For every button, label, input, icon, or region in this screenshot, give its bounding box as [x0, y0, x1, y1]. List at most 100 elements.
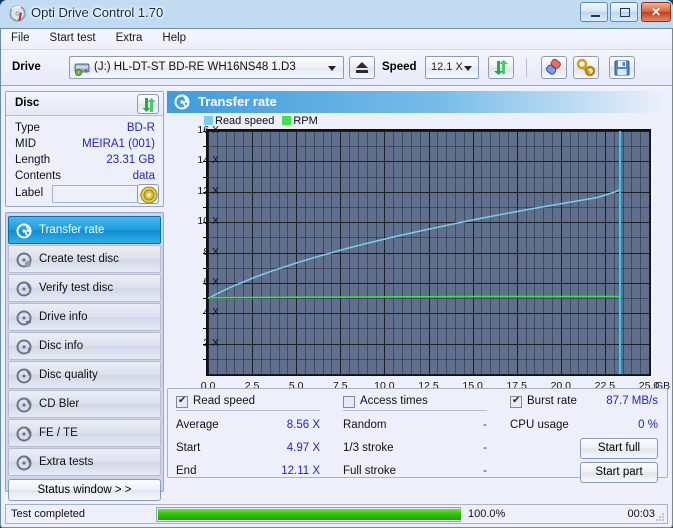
sidebar-item-label: Extra tests: [39, 456, 94, 468]
checkbox-burst-rate[interactable]: [510, 395, 522, 408]
status-bar: Test completed 100.0% 00:03: [5, 504, 668, 524]
stat-key-end: End: [176, 465, 197, 477]
menu-bar: File Start test Extra Help: [1, 29, 672, 50]
page-title: Transfer rate: [198, 94, 277, 109]
sidebar-item-label: CD Bler: [39, 398, 80, 410]
sidebar-item-fe-te[interactable]: FE / TE: [8, 419, 161, 447]
y-axis-tick-label: 14 X: [197, 154, 219, 167]
refresh-disc-button[interactable]: [137, 94, 159, 114]
disc-icon: [9, 5, 26, 22]
floppy-disk-icon: [614, 60, 630, 76]
y-axis-tick: [203, 313, 207, 315]
save-button[interactable]: [609, 56, 635, 79]
disc-transfer-icon: [174, 94, 190, 110]
sidebar-item-disc-info[interactable]: Disc info: [8, 332, 161, 360]
disc-fete-icon: [16, 426, 32, 442]
sidebar-item-transfer-rate[interactable]: Transfer rate: [8, 216, 161, 244]
sidebar-item-drive-info[interactable]: Drive info: [8, 303, 161, 331]
sidebar-item-label: Disc quality: [39, 369, 98, 381]
sidebar-item-label: Drive info: [39, 311, 88, 323]
sidebar-item-disc-quality[interactable]: Disc quality: [8, 361, 161, 389]
sidebar-item-label: Disc info: [39, 340, 84, 352]
y-axis-tick: [203, 267, 207, 269]
y-axis-tick: [203, 131, 207, 132]
disc-info-icon: [16, 339, 32, 355]
progress-bar-fill: [158, 509, 461, 520]
menu-item-start-test[interactable]: Start test: [40, 29, 106, 47]
legend-label-rpm: RPM: [293, 115, 318, 127]
minimize-button[interactable]: [580, 2, 608, 22]
drive-label: Drive: [12, 61, 41, 73]
eject-button[interactable]: [349, 56, 375, 79]
stat-key-random: Random: [343, 419, 387, 431]
refresh-icon: [494, 60, 508, 75]
checkbox-read-speed[interactable]: [176, 395, 188, 408]
drive-select[interactable]: (J:) HL-DT-ST BD-RE WH16NS48 1.D3: [69, 56, 344, 79]
menu-item-file[interactable]: File: [1, 29, 40, 47]
y-axis-tick-label: 12 X: [197, 184, 219, 197]
stats-panel: Read speed Average 8.56 X Start 4.97 X E…: [167, 388, 668, 483]
start-part-button[interactable]: Start part: [580, 462, 658, 483]
chart-series-rpm: [208, 295, 620, 299]
disc-transfer-icon: [16, 223, 32, 239]
read-speed-checkbox-row[interactable]: Read speed: [176, 395, 326, 411]
y-axis-tick: [203, 237, 207, 239]
checkbox-access-times[interactable]: [343, 396, 355, 408]
left-panel: Disc Type BD-R MID MEIRA1 (001) Length 2…: [5, 91, 164, 501]
drive-value: (J:) HL-DT-ST BD-RE WH16NS48 1.D3: [94, 61, 296, 73]
disc-value: data: [132, 170, 155, 182]
y-axis-tick: [203, 146, 207, 148]
application-window: Opti Drive Control 1.70 ✕ File Start tes…: [0, 0, 673, 528]
resize-grip-icon[interactable]: [655, 512, 665, 522]
sidebar-item-cd-bler[interactable]: CD Bler: [8, 390, 161, 418]
disc-key: MID: [15, 138, 37, 150]
disc-panel-title: Disc: [15, 97, 40, 109]
close-button[interactable]: ✕: [641, 2, 671, 22]
disc-key: Type: [15, 122, 40, 134]
disc-row-type: Type BD-R: [6, 122, 163, 138]
y-axis-tick: [203, 206, 207, 208]
drive-icon: [74, 63, 90, 76]
access-times-divider: [343, 410, 487, 411]
grid-line-horizontal: [208, 374, 649, 375]
disc-drive-icon: [16, 310, 32, 326]
grid-line-vertical: [649, 131, 650, 374]
menu-item-help[interactable]: Help: [152, 29, 196, 47]
burst-rate-value: 87.7 MB/s: [606, 395, 658, 407]
y-axis-tick: [203, 358, 207, 360]
sidebar-item-create-test-disc[interactable]: Create test disc: [8, 245, 161, 273]
y-axis-tick-label: 8 X: [203, 245, 219, 258]
status-window-button[interactable]: Status window > >: [8, 479, 161, 501]
window-title: Opti Drive Control 1.70: [31, 5, 164, 20]
y-axis-tick: [203, 282, 207, 284]
stat-value-full-stroke: -: [483, 465, 487, 477]
y-axis-tick-label: 4 X: [203, 306, 219, 319]
refresh-button[interactable]: [488, 56, 514, 79]
disc-key: Contents: [15, 170, 62, 182]
sidebar-item-label: FE / TE: [39, 427, 78, 439]
stat-key-third-stroke: 1/3 stroke: [343, 442, 394, 454]
stat-value-average: 8.56 X: [286, 419, 320, 431]
transfer-rate-chart: Read speed RPM 2 X 4 X 6 X 8 X 10 X 12 X 14 X 16…: [167, 113, 670, 392]
disc-create-icon: [16, 252, 32, 268]
start-full-button[interactable]: Start full: [580, 438, 658, 459]
disc-label-input[interactable]: [52, 185, 138, 203]
chart-plot-area[interactable]: [206, 129, 651, 376]
menu-item-extra[interactable]: Extra: [106, 29, 153, 47]
speed-select[interactable]: 12.1 X: [425, 56, 479, 79]
y-axis-tick: [203, 176, 207, 178]
stat-key-full-stroke: Full stroke: [343, 465, 397, 477]
access-times-checkbox-row[interactable]: Access times: [343, 395, 493, 411]
erase-button[interactable]: [541, 56, 567, 79]
sidebar-item-label: Transfer rate: [39, 224, 105, 236]
y-axis-tick: [203, 161, 207, 163]
sidebar-item-verify-test-disc[interactable]: Verify test disc: [8, 274, 161, 302]
sidebar-item-extra-tests[interactable]: Extra tests: [8, 448, 161, 476]
label-disc-button[interactable]: [137, 184, 159, 204]
sidebar-item-label: Verify test disc: [39, 282, 114, 294]
stat-key-average: Average: [176, 419, 219, 431]
maximize-button[interactable]: [610, 2, 638, 22]
tools-button[interactable]: [573, 56, 599, 79]
content-header: Transfer rate: [167, 91, 668, 113]
eraser-icon: [545, 58, 561, 75]
